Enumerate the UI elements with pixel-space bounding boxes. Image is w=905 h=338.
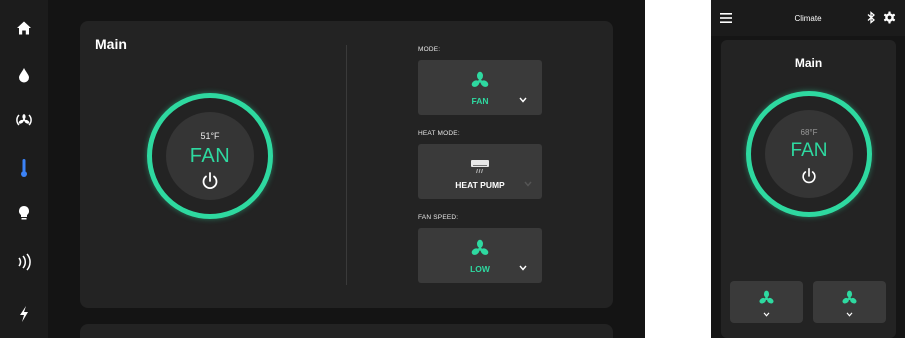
sidebar-item-fan-mode[interactable] xyxy=(0,100,48,140)
chevron-down-icon xyxy=(519,97,527,103)
sidebar-item-climate[interactable] xyxy=(0,148,48,188)
chevron-down-icon xyxy=(846,312,853,317)
heat-pump-icon xyxy=(471,160,489,174)
phone-screen: Climate Main 68°F FAN xyxy=(711,0,905,338)
power-icon[interactable] xyxy=(200,171,220,191)
home-icon xyxy=(17,21,31,35)
dial-mode: FAN xyxy=(189,145,231,167)
fan-speed-select[interactable]: LOW xyxy=(418,228,542,283)
bluetooth-icon[interactable] xyxy=(866,11,876,24)
sidebar xyxy=(0,0,48,338)
lightning-icon xyxy=(20,306,28,322)
phone-dial-temperature: 68°F xyxy=(800,128,818,137)
fan-icon xyxy=(471,71,489,87)
thermometer-icon xyxy=(21,159,27,177)
sidebar-item-home[interactable] xyxy=(0,8,48,48)
sidebar-item-water[interactable] xyxy=(0,55,48,95)
fan-icon xyxy=(471,239,489,255)
fan-icon xyxy=(759,290,774,304)
heat-mode-select[interactable]: HEAT PUMP xyxy=(418,144,542,199)
tablet-screen: Main 51°F FAN MODE: FAN HEAT MODE: HEAT … xyxy=(0,0,645,338)
sidebar-item-audio[interactable] xyxy=(0,242,48,282)
dial-temperature: 51°F xyxy=(200,131,220,141)
card-title: Main xyxy=(95,36,127,52)
phone-dial-mode: FAN xyxy=(790,140,828,161)
fan-speed-label: FAN SPEED: xyxy=(418,214,459,221)
lightbulb-icon xyxy=(19,206,29,220)
phone-mode-button[interactable] xyxy=(730,281,803,323)
chevron-down-icon xyxy=(524,181,532,187)
fan-mode-icon xyxy=(16,114,32,126)
heat-mode-label: HEAT MODE: xyxy=(418,130,460,137)
fan-icon xyxy=(842,290,857,304)
water-drop-icon xyxy=(19,68,29,83)
mode-label: MODE: xyxy=(418,46,441,53)
chevron-down-icon xyxy=(763,312,770,317)
phone-card-title: Main xyxy=(794,56,823,70)
power-icon[interactable] xyxy=(800,167,818,185)
main-zone-card: Main 51°F FAN MODE: FAN HEAT MODE: HEAT … xyxy=(80,21,613,308)
phone-thermostat-dial: 68°F FAN xyxy=(765,110,853,198)
next-zone-card xyxy=(80,324,613,338)
phone-zone-card: Main 68°F FAN xyxy=(721,40,896,338)
phone-fan-speed-button[interactable] xyxy=(813,281,886,323)
gear-icon[interactable] xyxy=(883,11,896,24)
thermostat-dial: 51°F FAN xyxy=(166,112,254,200)
divider xyxy=(346,45,347,285)
sidebar-item-power[interactable] xyxy=(0,294,48,334)
phone-header: Climate xyxy=(711,0,905,36)
mode-select[interactable]: FAN xyxy=(418,60,542,115)
audio-waves-icon xyxy=(18,253,31,271)
sidebar-item-lighting[interactable] xyxy=(0,193,48,233)
chevron-down-icon xyxy=(519,265,527,271)
